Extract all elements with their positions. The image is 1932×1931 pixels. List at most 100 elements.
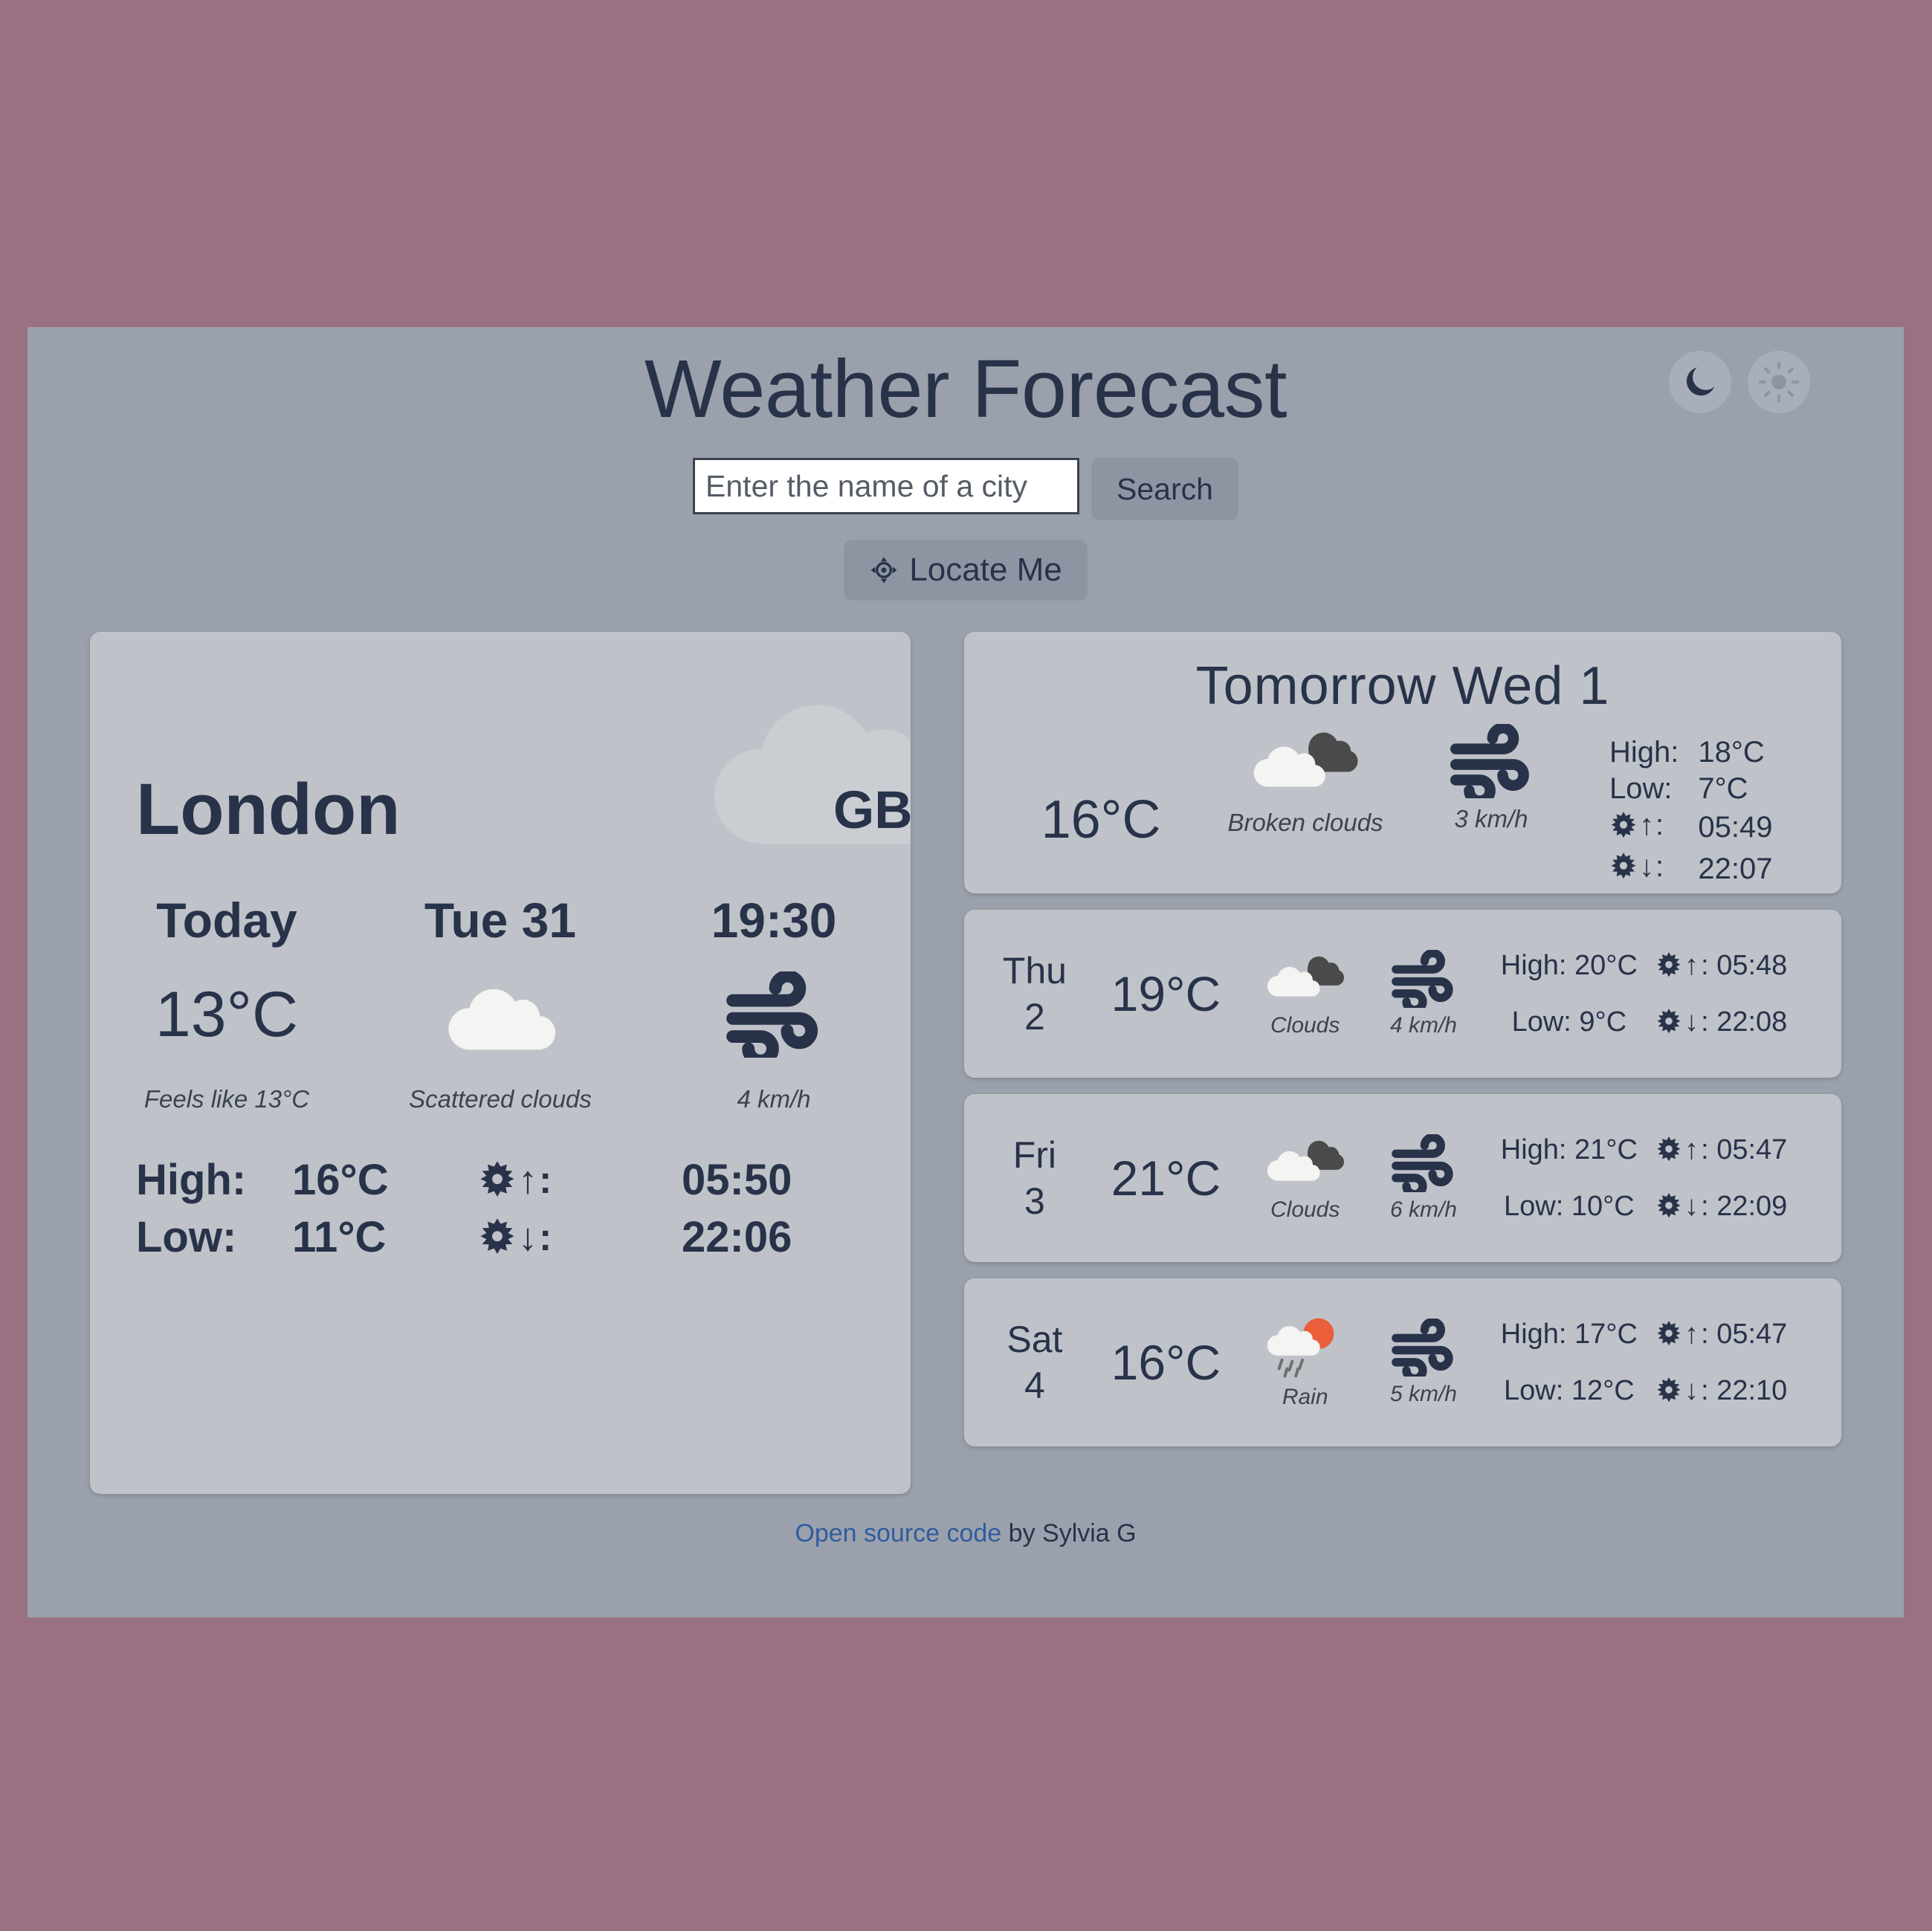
sunrise-sun-icon xyxy=(1657,1136,1681,1162)
weather-app-panel: Weather Forecast Enter the name of a cit… xyxy=(28,327,1904,1617)
app-header: Weather Forecast xyxy=(28,327,1904,437)
forecast-day-row[interactable]: Sat 4 16°C Rain 5 km/h High: 17°C Low: 1… xyxy=(964,1278,1841,1446)
locate-me-label: Locate Me xyxy=(909,552,1062,588)
tomorrow-forecast-card: Tomorrow Wed 1 16°C Broken clouds 3 km/h… xyxy=(964,632,1841,893)
sunrise-arrow-icon: ↑ xyxy=(1684,1319,1699,1350)
low-value: 11°C xyxy=(292,1213,387,1261)
wind-icon xyxy=(1392,1133,1453,1198)
forecast-daynum: 4 xyxy=(1024,1365,1045,1406)
forecast-sunset: ↓ : 22:09 xyxy=(1655,1178,1822,1235)
forecast-sun-times: ↑ : 05:47 ↓ : 22:09 xyxy=(1655,1122,1822,1235)
sunset-arrow-icon: ↓ xyxy=(1684,1006,1699,1038)
light-mode-toggle-button[interactable] xyxy=(1748,351,1810,413)
current-weather-card: London GB Today Tue 31 19:30 13°C Feels … xyxy=(90,632,911,1494)
forecast-wind-block: 6 km/h xyxy=(1364,1133,1482,1223)
wind-icon xyxy=(1450,722,1529,806)
tomorrow-sunset-colon: : xyxy=(1655,850,1664,883)
forecast-sunrise: ↑ : 05:47 xyxy=(1655,1306,1822,1362)
sunset-sun-icon xyxy=(1657,1193,1681,1218)
sunrise-arrow-icon: ↑ xyxy=(1684,1134,1699,1165)
sunset-arrow-icon: ↓ xyxy=(1684,1191,1699,1222)
forecast-day-row[interactable]: Thu 2 19°C Clouds 4 km/h High: 20°C Low:… xyxy=(964,910,1841,1078)
broken-clouds-icon xyxy=(1267,956,1344,997)
forecast-highlow: High: 21°C Low: 10°C xyxy=(1483,1122,1655,1235)
city-search-input[interactable] xyxy=(693,458,1080,514)
forecast-condition-text: Rain xyxy=(1282,1384,1328,1409)
sunrise-colon: : xyxy=(539,1158,552,1202)
open-source-code-link[interactable]: Open source code xyxy=(795,1519,1001,1547)
forecast-highlow: High: 20°C Low: 9°C xyxy=(1483,937,1655,1050)
tomorrow-sunrise-value: 05:49 xyxy=(1698,811,1773,844)
forecast-sunset-value: : 22:09 xyxy=(1701,1191,1788,1222)
crosshair-location-icon xyxy=(870,557,897,583)
forecast-low: Low: 12°C xyxy=(1504,1375,1635,1406)
tomorrow-temperature: 16°C xyxy=(1041,790,1161,850)
sunset-icon-group: ↓ : xyxy=(478,1215,649,1260)
forecast-weekday: Sat xyxy=(1007,1318,1063,1360)
forecast-wind-block: 5 km/h xyxy=(1364,1317,1482,1407)
tomorrow-condition-text: Broken clouds xyxy=(1227,809,1383,836)
forecast-condition-block: Clouds xyxy=(1246,1134,1364,1223)
sunset-value: 22:06 xyxy=(682,1213,792,1261)
sunrise-arrow-icon: ↑ xyxy=(1684,950,1699,981)
forecast-temperature: 16°C xyxy=(1111,1335,1221,1390)
city-row: London GB xyxy=(90,632,911,892)
current-labels-row: Today Tue 31 19:30 xyxy=(90,892,911,951)
tomorrow-sunset-label: ↓: xyxy=(1609,849,1698,890)
tomorrow-sunrise-label: ↑: xyxy=(1609,807,1698,849)
forecast-sun-times: ↑ : 05:47 ↓ : 22:10 xyxy=(1655,1306,1822,1419)
cloud-icon xyxy=(448,989,555,1050)
forecast-wind-speed: 6 km/h xyxy=(1389,1197,1457,1222)
high-value: 16°C xyxy=(292,1156,389,1204)
current-values-row: 13°C xyxy=(90,951,911,1078)
forecast-high: High: 20°C xyxy=(1500,950,1638,981)
current-wind-speed: 4 km/h xyxy=(737,1085,811,1113)
tomorrow-wind-block: 3 km/h xyxy=(1398,722,1584,833)
forecast-high: High: 21°C xyxy=(1500,1134,1638,1165)
tomorrow-sunset-value: 22:07 xyxy=(1698,852,1773,885)
footer: Open source code by Sylvia G xyxy=(28,1494,1904,1548)
sunset-arrow-icon: ↓ xyxy=(1684,1375,1699,1406)
dark-mode-toggle-button[interactable] xyxy=(1669,351,1731,413)
search-button[interactable]: Search xyxy=(1091,458,1238,520)
search-row: Search xyxy=(28,458,1904,520)
forecast-temperature: 21°C xyxy=(1111,1151,1221,1206)
wind-icon xyxy=(1392,948,1453,1014)
tomorrow-high-value: 18°C xyxy=(1698,736,1765,769)
sunset-arrow-icon: ↓ xyxy=(518,1215,537,1259)
city-name: London xyxy=(136,769,401,850)
forecast-condition-block: Clouds xyxy=(1246,950,1364,1038)
locate-me-button[interactable]: Locate Me xyxy=(844,540,1088,601)
theme-toggle-group xyxy=(1669,351,1810,413)
locate-row: Locate Me xyxy=(28,540,1904,601)
tomorrow-sunrise-colon: : xyxy=(1655,809,1664,841)
forecast-high: High: 17°C xyxy=(1500,1319,1638,1350)
main-content: London GB Today Tue 31 19:30 13°C Feels … xyxy=(28,601,1904,1494)
wind-icon xyxy=(726,971,818,1058)
broken-clouds-icon xyxy=(1253,732,1358,787)
forecast-sunrise-value: : 05:48 xyxy=(1701,950,1788,981)
sunset-sun-icon xyxy=(1657,1009,1681,1034)
forecast-daynum: 3 xyxy=(1024,1180,1045,1222)
forecast-weekday: Fri xyxy=(1012,1133,1057,1176)
forecast-day-row[interactable]: Fri 3 21°C Clouds 6 km/h High: 21°C Low:… xyxy=(964,1094,1841,1262)
tomorrow-low-value: 7°C xyxy=(1698,772,1748,805)
forecast-low: Low: 9°C xyxy=(1511,1006,1627,1038)
wind-icon xyxy=(1392,1317,1453,1382)
forecast-daynum: 2 xyxy=(1024,996,1045,1038)
sunrise-arrow-icon: ↑ xyxy=(518,1158,537,1202)
tomorrow-high-label: High: xyxy=(1609,736,1679,769)
forecast-day-name: Sat 4 xyxy=(983,1316,1086,1409)
forecast-sun-times: ↑ : 05:48 ↓ : 22:08 xyxy=(1655,937,1822,1050)
current-condition-icon-cell xyxy=(364,951,637,1078)
sunset-sun-icon xyxy=(1611,853,1636,879)
forecast-low: Low: 10°C xyxy=(1504,1191,1635,1222)
tomorrow-stats: High: 18°C Low: 7°C ↑: 05:49 ↓: 22:07 xyxy=(1609,724,1773,890)
sunrise-arrow-icon: ↑ xyxy=(1639,809,1654,841)
sun-icon xyxy=(1758,361,1800,403)
current-wind-icon-cell xyxy=(637,951,911,1078)
sunset-arrow-icon: ↓ xyxy=(1639,850,1654,883)
current-time-label: 19:30 xyxy=(711,893,837,948)
footer-author: by Sylvia G xyxy=(1001,1519,1137,1547)
low-label: Low: xyxy=(136,1213,237,1261)
